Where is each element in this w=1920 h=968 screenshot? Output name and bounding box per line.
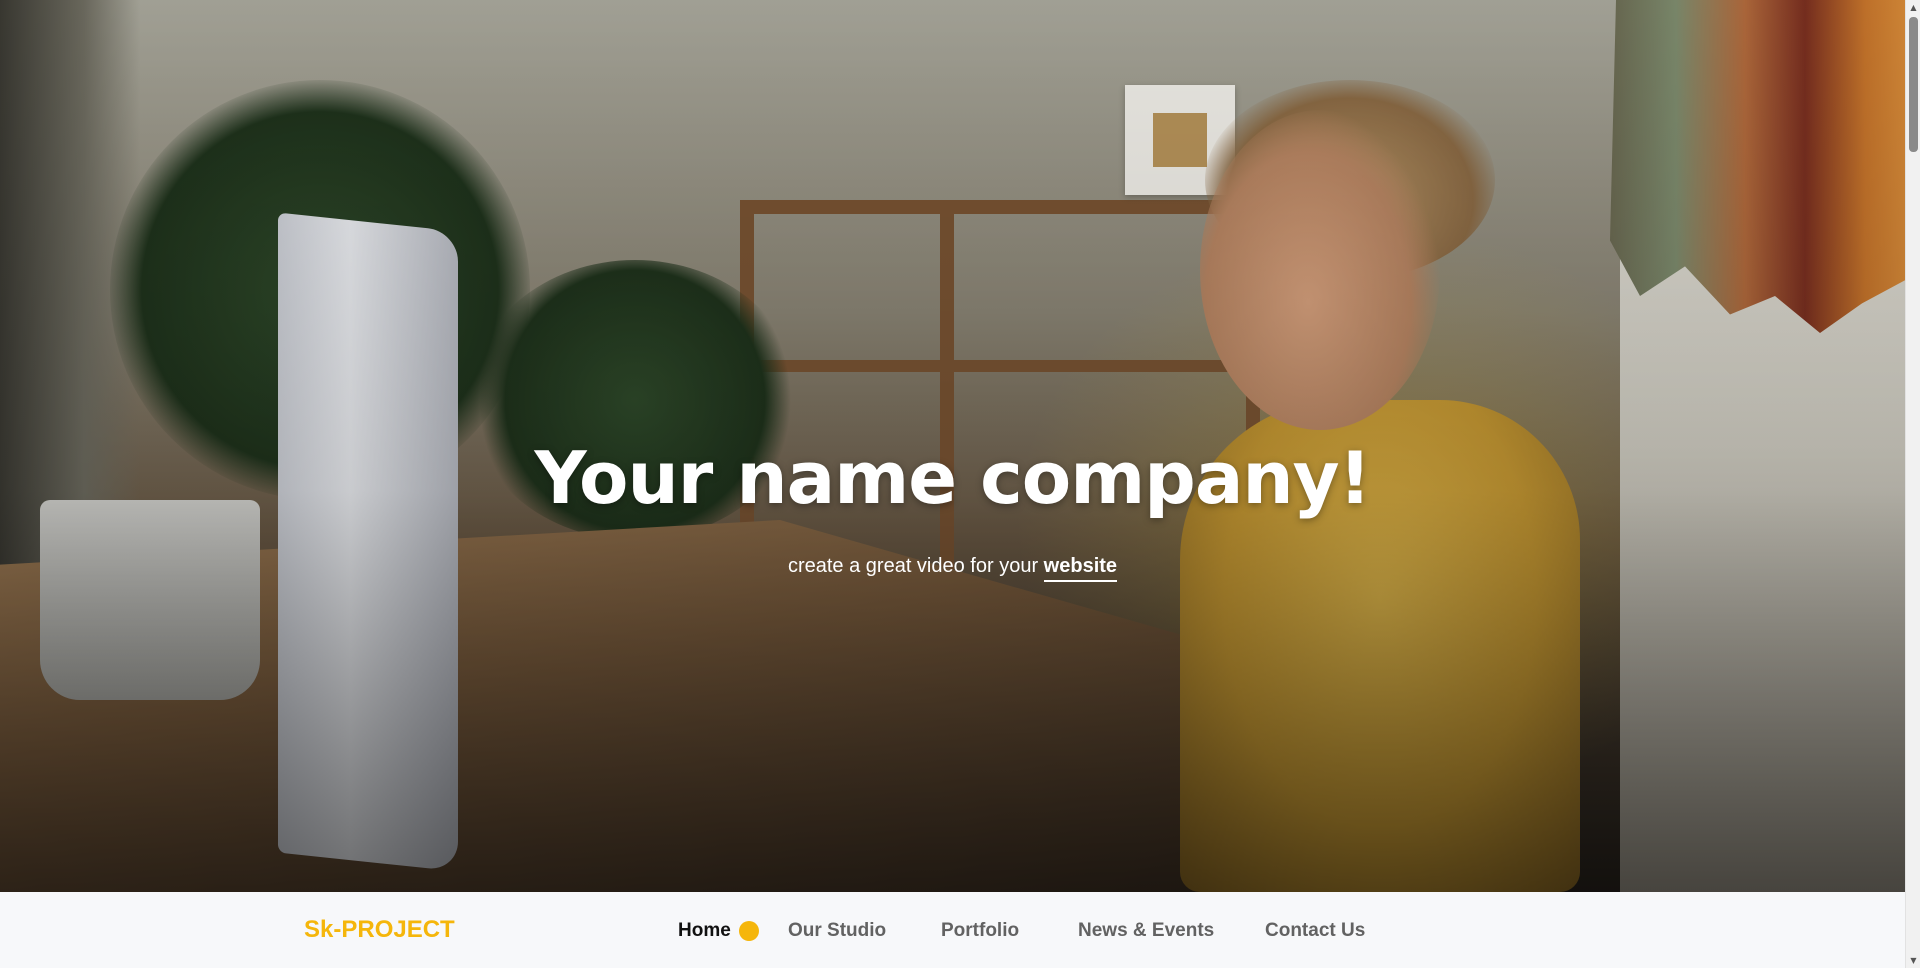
nav-item-our-studio[interactable]: Our Studio <box>788 919 886 943</box>
nav-item-contact-us[interactable]: Contact Us <box>1265 919 1365 943</box>
brand-logo[interactable]: Sk-PROJECT <box>304 916 455 944</box>
page-scrollbar[interactable]: ▲ ▼ <box>1905 0 1920 968</box>
main-navbar: Sk-PROJECT Home Our Studio Portfolio New… <box>0 892 1905 968</box>
scrollbar-thumb[interactable] <box>1909 17 1918 152</box>
nav-item-portfolio[interactable]: Portfolio <box>941 919 1019 943</box>
hero-subtitle: create a great video for your website <box>0 552 1905 582</box>
arrow-up-icon[interactable]: ▲ <box>1906 0 1920 15</box>
hero-title: Your name company! <box>534 436 1372 520</box>
hero-section: Your name company! create a great video … <box>0 0 1905 892</box>
hero-subtitle-link[interactable]: website <box>1043 555 1118 582</box>
active-dot-icon <box>739 921 759 941</box>
hero-subtitle-text: create a great video for your <box>787 555 1039 577</box>
arrow-down-icon[interactable]: ▼ <box>1906 953 1920 968</box>
nav-item-home[interactable]: Home <box>678 919 731 943</box>
nav-item-news-events[interactable]: News & Events <box>1078 919 1214 943</box>
